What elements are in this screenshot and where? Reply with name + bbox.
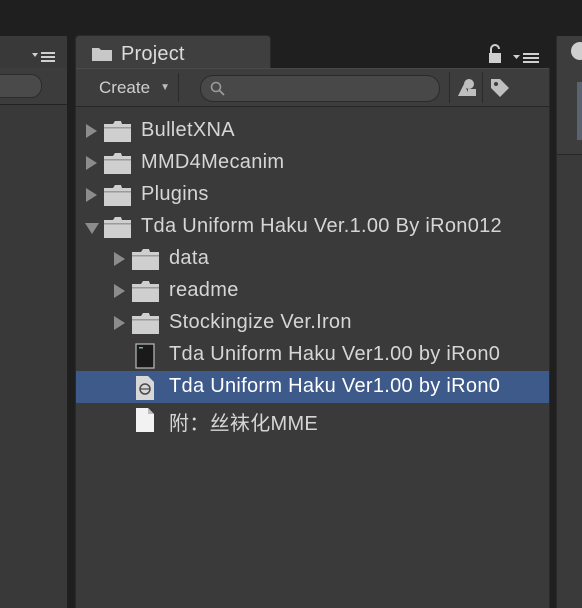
folder-icon bbox=[132, 313, 159, 334]
inspector-tab-icon[interactable] bbox=[571, 42, 582, 60]
filter-by-type-icon bbox=[458, 79, 476, 96]
tree-item-label: Tda Uniform Haku Ver1.00 by iRon0 bbox=[169, 343, 501, 365]
expand-arrow-right-icon[interactable] bbox=[114, 252, 125, 266]
folder-icon bbox=[104, 217, 131, 238]
search-field[interactable] bbox=[200, 75, 440, 102]
folder-icon bbox=[132, 249, 159, 270]
right-toolbar bbox=[557, 36, 582, 155]
tree-item-label: Tda Uniform Haku Ver.1.00 By iRon012 bbox=[141, 215, 502, 237]
tree-folder-row[interactable]: MMD4Mecanim bbox=[76, 147, 549, 179]
filter-by-label-button[interactable] bbox=[482, 72, 515, 103]
right-panel bbox=[556, 36, 582, 608]
tree-file-row[interactable]: Tda Uniform Haku Ver1.00 by iRon0 bbox=[76, 339, 549, 371]
panel-menu-icon[interactable] bbox=[32, 50, 60, 66]
left-search-field[interactable] bbox=[0, 74, 42, 98]
tree-item-label: Stockingize Ver.Iron bbox=[169, 311, 352, 333]
expand-arrow-right-icon[interactable] bbox=[86, 188, 97, 202]
search-input[interactable] bbox=[231, 78, 430, 100]
tree-item-label: Tda Uniform Haku Ver1.00 by iRon0 bbox=[169, 375, 501, 397]
filter-by-type-button[interactable] bbox=[449, 72, 482, 103]
tree-folder-row[interactable]: readme bbox=[76, 275, 549, 307]
left-toolbar bbox=[0, 68, 67, 105]
create-button[interactable]: Create ▼ bbox=[86, 73, 179, 102]
tab-project-label: Project bbox=[121, 43, 185, 65]
expand-arrow-down-icon[interactable] bbox=[85, 223, 99, 234]
filter-by-label-icon bbox=[491, 79, 509, 97]
tree-file-row[interactable]: 附：丝袜化MME bbox=[76, 403, 549, 435]
preview-thumbnail bbox=[577, 82, 582, 140]
script-file-icon bbox=[135, 343, 155, 369]
create-button-label: Create bbox=[99, 78, 151, 97]
tree-folder-row[interactable]: data bbox=[76, 243, 549, 275]
folder-icon bbox=[92, 48, 112, 61]
search-icon bbox=[210, 81, 225, 96]
project-toolbar: Create ▼ bbox=[76, 68, 549, 107]
expand-arrow-right-icon[interactable] bbox=[114, 284, 125, 298]
tree-item-label: data bbox=[169, 247, 210, 269]
tree-file-row[interactable]: Tda Uniform Haku Ver1.00 by iRon0 bbox=[76, 371, 549, 403]
project-panel: Create ▼ BulletXNA MMD4Mecanim Plugins Tda … bbox=[75, 68, 550, 608]
tree-folder-row[interactable]: Plugins bbox=[76, 179, 549, 211]
panel-menu-icon[interactable] bbox=[513, 50, 543, 66]
tree-folder-row[interactable]: Stockingize Ver.Iron bbox=[76, 307, 549, 339]
folder-icon bbox=[104, 185, 131, 206]
lock-icon[interactable] bbox=[487, 44, 503, 64]
tree-folder-row[interactable]: BulletXNA bbox=[76, 115, 549, 147]
tree-item-label: Plugins bbox=[141, 183, 209, 205]
folder-icon bbox=[104, 121, 131, 142]
tree-folder-row[interactable]: Tda Uniform Haku Ver.1.00 By iRon012 bbox=[76, 211, 549, 243]
tab-project[interactable]: Project bbox=[75, 35, 271, 70]
tree-item-label: readme bbox=[169, 279, 239, 301]
left-panel bbox=[0, 36, 67, 608]
expand-arrow-right-icon[interactable] bbox=[114, 316, 125, 330]
folder-icon bbox=[132, 281, 159, 302]
text-file-icon bbox=[136, 408, 154, 432]
expand-arrow-right-icon[interactable] bbox=[86, 156, 97, 170]
unity-scene-icon bbox=[136, 376, 154, 400]
expand-arrow-right-icon[interactable] bbox=[86, 124, 97, 138]
tree-item-label: MMD4Mecanim bbox=[141, 151, 285, 173]
tree-item-label: 附：丝袜化MME bbox=[169, 413, 319, 435]
dropdown-caret-icon: ▼ bbox=[160, 82, 170, 93]
folder-icon bbox=[104, 153, 131, 174]
tree-item-label: BulletXNA bbox=[141, 119, 235, 141]
